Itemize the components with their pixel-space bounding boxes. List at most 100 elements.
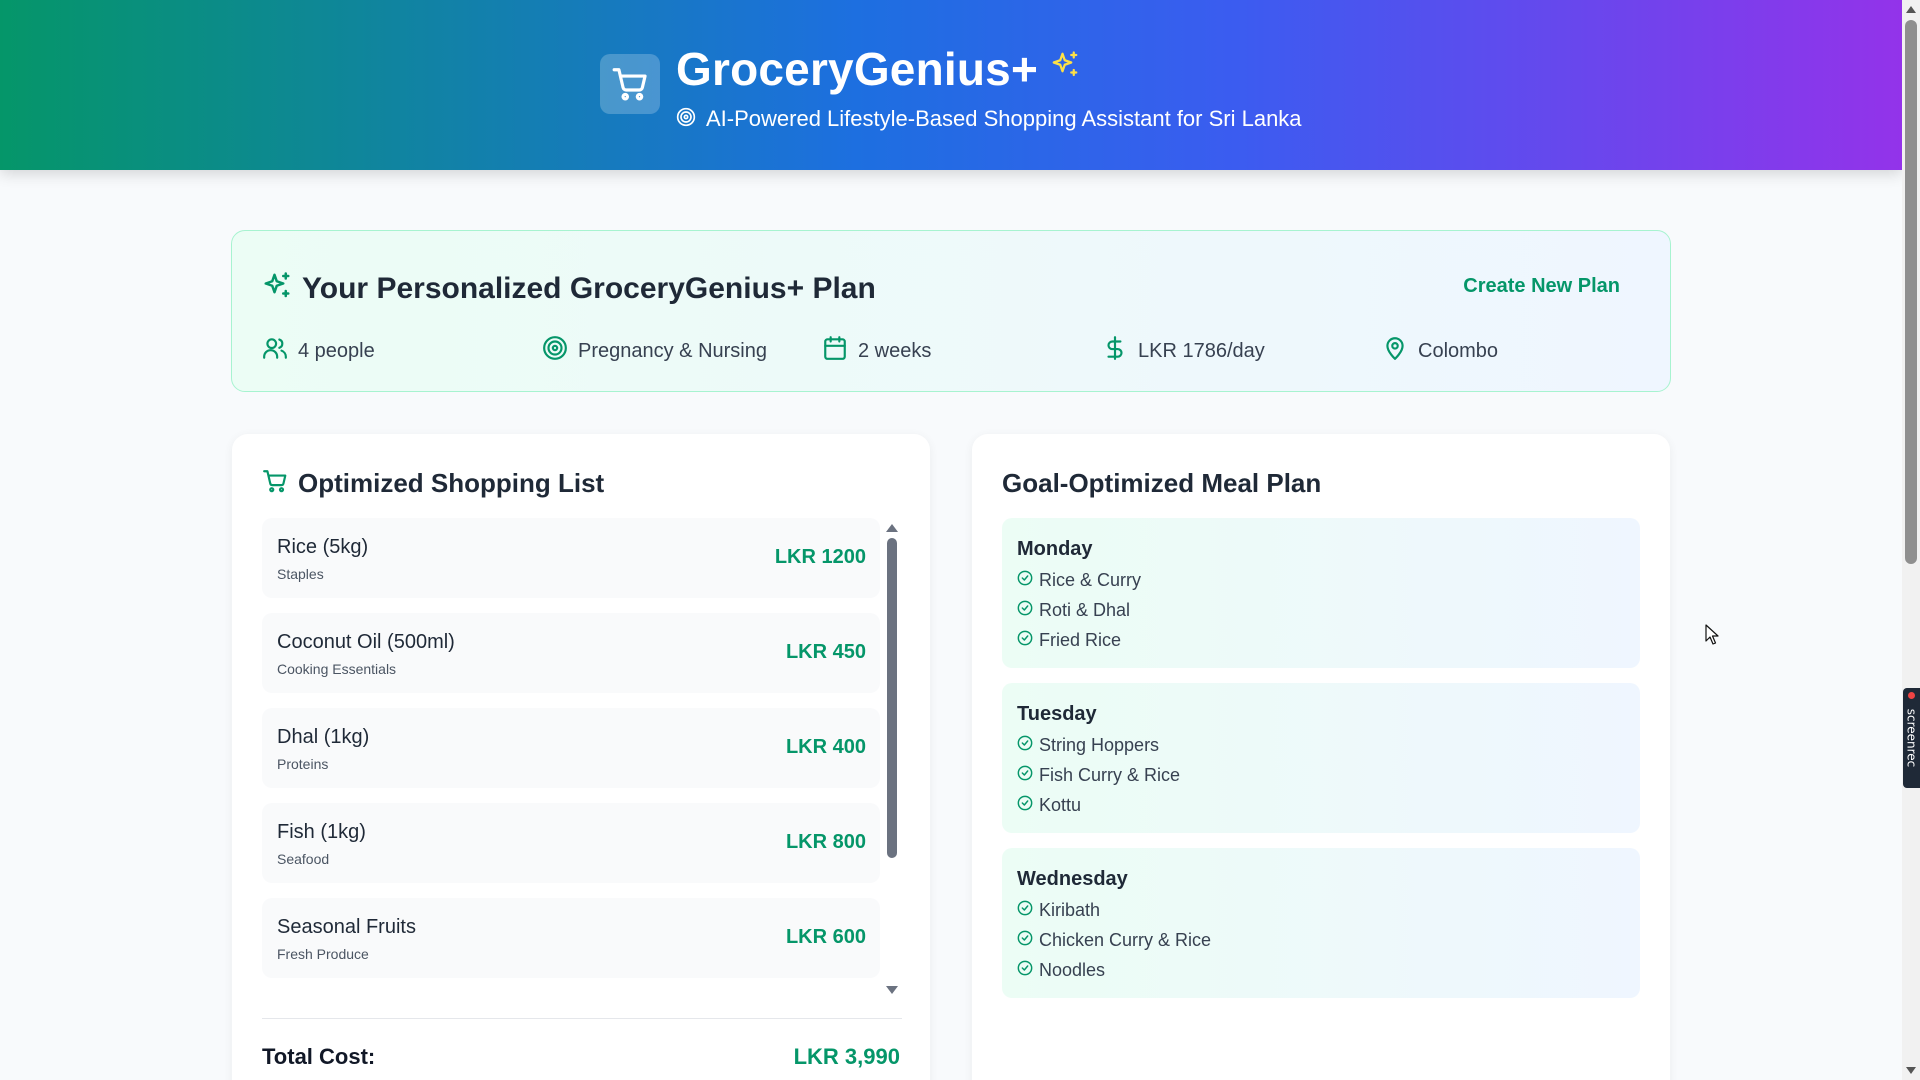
day-name: Wednesday — [1017, 868, 1128, 890]
meal-item: Kiribath — [1017, 900, 1100, 921]
create-new-plan-button[interactable]: Create New Plan — [1463, 275, 1620, 298]
shopping-list-card: Optimized Shopping List Rice (5kg) Stapl… — [232, 434, 930, 1080]
shopping-cart-icon — [262, 468, 288, 499]
item-price: LKR 600 — [785, 926, 866, 948]
meal-item: Chicken Curry & Rice — [1017, 930, 1211, 951]
brand-title-row: GroceryGenius+ — [676, 44, 1302, 94]
stat-people-value: 4 people — [298, 339, 375, 362]
item-category: Proteins — [277, 756, 329, 772]
shopping-cart-icon — [600, 54, 660, 114]
day-card-tuesday: Tuesday String Hoppers Fish Curry & Rice… — [1002, 683, 1640, 833]
brand-text: GroceryGenius+ AI-Powered Lifestyle-Base… — [676, 44, 1302, 132]
list-item[interactable]: Seasonal Fruits Fresh Produce LKR 600 — [262, 898, 880, 978]
meal-name: Fried Rice — [1039, 630, 1122, 650]
day-name: Tuesday — [1017, 703, 1097, 725]
check-circle-icon — [1017, 735, 1033, 756]
brand-subtitle-row: AI-Powered Lifestyle-Based Shopping Assi… — [676, 106, 1302, 132]
item-category: Seafood — [277, 851, 330, 867]
total-cost-value: LKR 3,990 — [793, 1044, 900, 1069]
total-cost-label: Total Cost: — [262, 1044, 376, 1069]
item-name: Coconut Oil (500ml) — [277, 631, 455, 653]
item-price: LKR 1200 — [774, 546, 866, 568]
meal-plan-card: Goal-Optimized Meal Plan Monday Rice & C… — [972, 434, 1670, 1080]
meal-name: Roti & Dhal — [1039, 600, 1131, 620]
meal-item: Rice & Curry — [1017, 570, 1141, 591]
calendar-icon — [822, 335, 848, 367]
stat-budget: LKR 1786/day — [1102, 335, 1265, 367]
check-circle-icon — [1017, 570, 1033, 591]
list-item[interactable]: Rice (5kg) Staples LKR 1200 — [262, 518, 880, 598]
meal-name: Fish Curry & Rice — [1039, 765, 1181, 785]
app-page: GroceryGenius+ AI-Powered Lifestyle-Base… — [0, 0, 1920, 1080]
stat-location-value: Colombo — [1418, 339, 1499, 362]
plan-title: Your Personalized GroceryGenius+ Plan — [302, 271, 876, 305]
check-circle-icon — [1017, 630, 1033, 651]
shopping-list-title: Optimized Shopping List — [298, 468, 605, 498]
app-subtitle: AI-Powered Lifestyle-Based Shopping Assi… — [706, 106, 1302, 131]
stat-goal: Pregnancy & Nursing — [542, 335, 767, 367]
meal-item: Roti & Dhal — [1017, 600, 1130, 621]
sparkles-icon — [1050, 50, 1080, 85]
item-name: Dhal (1kg) — [277, 726, 370, 748]
users-icon — [262, 335, 288, 367]
meal-plan-title-row: Goal-Optimized Meal Plan — [1002, 468, 1321, 499]
plan-summary-card: Your Personalized GroceryGenius+ Plan Cr… — [231, 230, 1671, 392]
meal-name: String Hoppers — [1039, 735, 1160, 755]
check-circle-icon — [1017, 795, 1033, 816]
item-name: Seasonal Fruits — [277, 916, 416, 938]
meal-plan-title: Goal-Optimized Meal Plan — [1002, 468, 1322, 498]
scroll-up-arrow-icon[interactable] — [886, 524, 898, 532]
item-price: LKR 800 — [785, 831, 866, 853]
screen-recorder-label: screenrec — [1904, 708, 1919, 768]
item-category: Staples — [277, 566, 324, 582]
item-category: Fresh Produce — [277, 946, 369, 962]
meal-item: String Hoppers — [1017, 735, 1159, 756]
target-icon — [676, 107, 696, 132]
scrollbar-thumb[interactable] — [887, 538, 897, 858]
mouse-cursor-icon — [1705, 624, 1721, 651]
meal-item: Noodles — [1017, 960, 1105, 981]
meal-name: Kottu — [1039, 795, 1082, 815]
list-item[interactable]: Coconut Oil (500ml) Cooking Essentials L… — [262, 613, 880, 693]
dollar-icon — [1102, 335, 1128, 367]
record-dot-icon — [1908, 692, 1915, 699]
brand: GroceryGenius+ AI-Powered Lifestyle-Base… — [600, 44, 1302, 132]
page-scrollbar[interactable] — [1902, 0, 1920, 1080]
target-icon — [542, 335, 568, 367]
item-name: Rice (5kg) — [277, 536, 369, 558]
stat-goal-value: Pregnancy & Nursing — [578, 339, 767, 362]
meal-name: Rice & Curry — [1039, 570, 1142, 590]
stat-location: Colombo — [1382, 335, 1498, 367]
scroll-down-arrow-icon[interactable] — [886, 986, 898, 994]
app-header: GroceryGenius+ AI-Powered Lifestyle-Base… — [0, 0, 1902, 170]
stat-budget-value: LKR 1786/day — [1138, 339, 1265, 362]
item-name: Fish (1kg) — [277, 821, 366, 843]
check-circle-icon — [1017, 900, 1033, 921]
page-scroll-up-arrow-icon[interactable] — [1906, 6, 1916, 13]
list-item[interactable]: Dhal (1kg) Proteins LKR 400 — [262, 708, 880, 788]
meal-name: Chicken Curry & Rice — [1039, 930, 1212, 950]
check-circle-icon — [1017, 600, 1033, 621]
day-card-wednesday: Wednesday Kiribath Chicken Curry & Rice … — [1002, 848, 1640, 998]
item-price: LKR 400 — [785, 736, 866, 758]
total-divider — [262, 1018, 902, 1019]
day-name: Monday — [1017, 538, 1093, 560]
check-circle-icon — [1017, 960, 1033, 981]
check-circle-icon — [1017, 765, 1033, 786]
meal-name: Kiribath — [1039, 900, 1101, 920]
screen-recorder-tab[interactable]: screenrec — [1903, 688, 1920, 788]
shopping-list-scroll-area[interactable]: Rice (5kg) Staples LKR 1200 Coconut Oil … — [262, 518, 902, 998]
day-card-monday: Monday Rice & Curry Roti & Dhal Fried Ri… — [1002, 518, 1640, 668]
page-scroll-down-arrow-icon[interactable] — [1906, 1067, 1916, 1074]
plan-title-row: Your Personalized GroceryGenius+ Plan — [262, 271, 876, 306]
meal-item: Fried Rice — [1017, 630, 1121, 651]
map-pin-icon — [1382, 335, 1408, 367]
stat-duration-value: 2 weeks — [858, 339, 932, 362]
plan-stats: 4 people Pregnancy & Nursing 2 weeks LKR… — [262, 335, 1662, 365]
page-scrollbar-thumb[interactable] — [1905, 20, 1917, 564]
list-item[interactable]: Fish (1kg) Seafood LKR 800 — [262, 803, 880, 883]
stat-duration: 2 weeks — [822, 335, 931, 367]
item-category: Cooking Essentials — [277, 661, 397, 677]
shopping-list-scrollbar[interactable] — [882, 518, 902, 998]
item-price: LKR 450 — [785, 641, 866, 663]
